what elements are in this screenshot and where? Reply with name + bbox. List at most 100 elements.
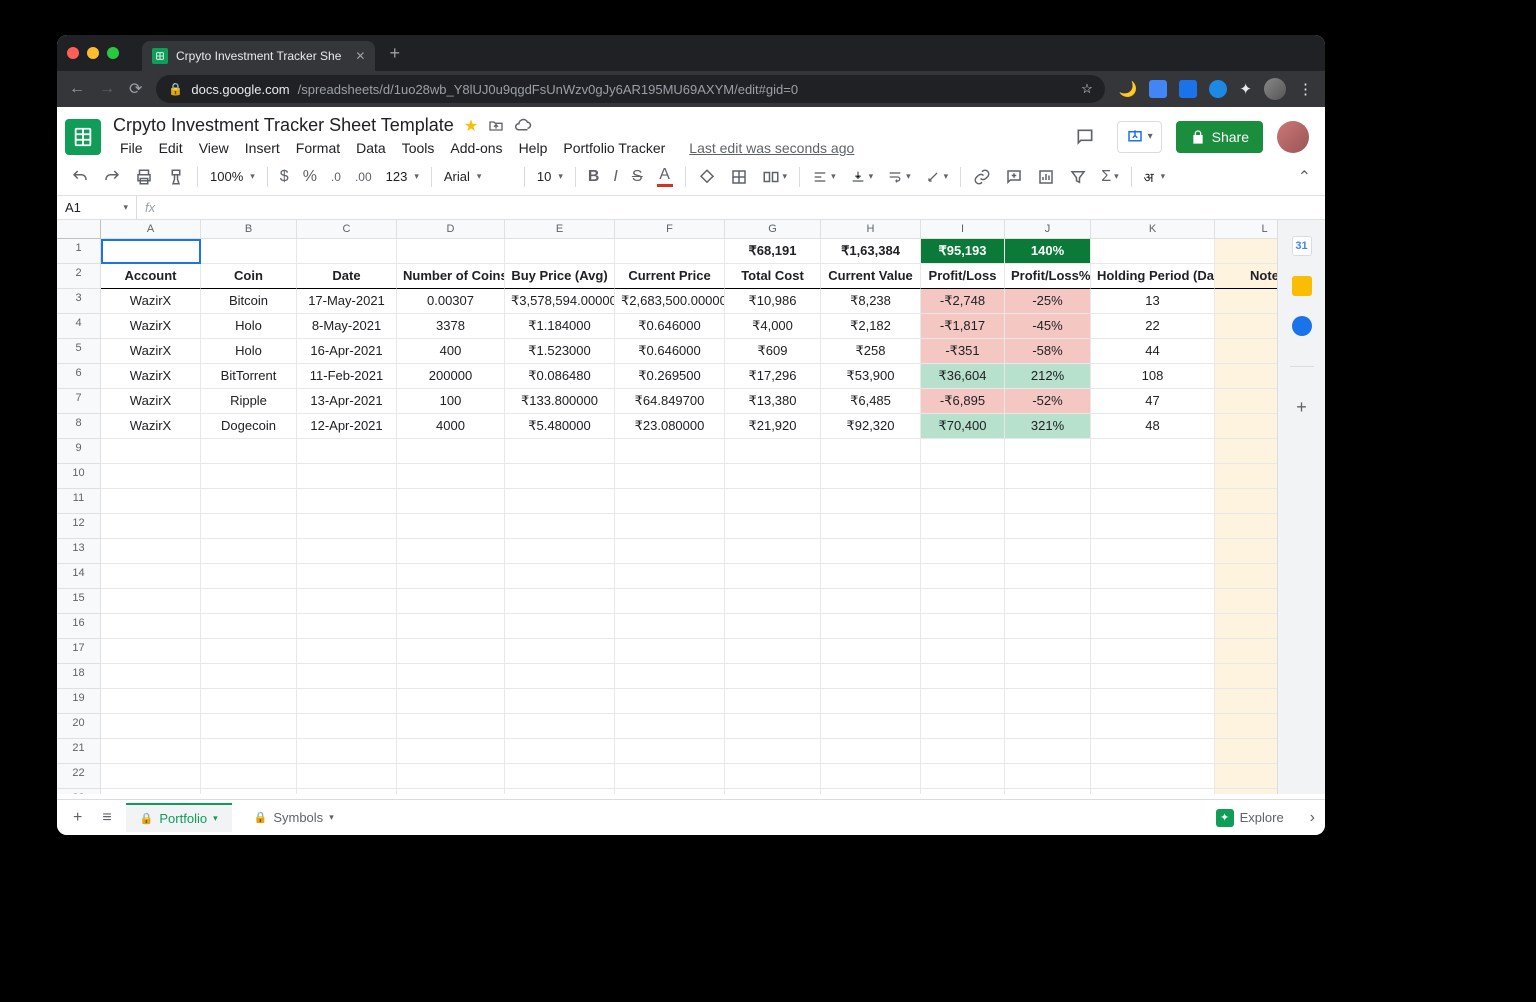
cell[interactable]: ₹6,485 — [821, 389, 921, 414]
cell[interactable] — [725, 439, 821, 464]
cell[interactable] — [1215, 514, 1277, 539]
cell[interactable]: 16-Apr-2021 — [297, 339, 397, 364]
cell[interactable] — [1215, 289, 1277, 314]
cell[interactable] — [1215, 639, 1277, 664]
url-input[interactable]: 🔒 docs.google.com/spreadsheets/d/1uo28wb… — [156, 75, 1104, 103]
cell[interactable] — [725, 639, 821, 664]
header-cell[interactable]: Holding Period (Days) — [1091, 264, 1215, 289]
cell[interactable] — [1005, 514, 1091, 539]
borders-button[interactable] — [724, 164, 754, 190]
cell[interactable]: 15 — [57, 589, 101, 614]
cell[interactable] — [615, 464, 725, 489]
cell[interactable] — [1215, 714, 1277, 739]
cell[interactable] — [101, 614, 201, 639]
cell[interactable] — [201, 489, 297, 514]
cell[interactable] — [821, 564, 921, 589]
cell[interactable]: ₹609 — [725, 339, 821, 364]
cell[interactable] — [1091, 564, 1215, 589]
cell[interactable]: ₹23.080000 — [615, 414, 725, 439]
cell[interactable]: ₹1,63,384 — [821, 239, 921, 264]
cell[interactable]: WazirX — [101, 289, 201, 314]
cell[interactable] — [921, 789, 1005, 794]
cell[interactable]: WazirX — [101, 389, 201, 414]
cell[interactable]: WazirX — [101, 364, 201, 389]
cell[interactable] — [505, 639, 615, 664]
header-cell[interactable]: Number of Coins — [397, 264, 505, 289]
document-title[interactable]: Crpyto Investment Tracker Sheet Template — [113, 115, 454, 136]
cell[interactable] — [101, 239, 201, 264]
cell[interactable]: 13-Apr-2021 — [297, 389, 397, 414]
cell[interactable]: 100 — [397, 389, 505, 414]
cell[interactable] — [101, 789, 201, 794]
cell[interactable]: ₹8,238 — [821, 289, 921, 314]
cell[interactable] — [1215, 564, 1277, 589]
menu-view[interactable]: View — [192, 138, 236, 158]
cell[interactable] — [1091, 664, 1215, 689]
cell[interactable] — [1091, 789, 1215, 794]
cell[interactable] — [921, 439, 1005, 464]
cell[interactable] — [821, 739, 921, 764]
cell[interactable] — [921, 539, 1005, 564]
browser-tab-active[interactable]: Crpyto Investment Tracker She ✕ — [142, 41, 375, 71]
cell[interactable] — [1005, 714, 1091, 739]
keep-icon[interactable] — [1292, 276, 1312, 296]
cell[interactable] — [1215, 239, 1277, 264]
cell[interactable] — [615, 564, 725, 589]
cloud-saved-icon[interactable] — [514, 117, 532, 135]
undo-button[interactable] — [65, 164, 95, 190]
cell[interactable] — [1215, 364, 1277, 389]
cell[interactable] — [297, 764, 397, 789]
functions-button[interactable]: Σ — [1095, 164, 1124, 190]
cell[interactable] — [1215, 539, 1277, 564]
cell[interactable] — [921, 564, 1005, 589]
column-header[interactable]: A — [101, 220, 201, 239]
cell[interactable] — [1091, 539, 1215, 564]
cell[interactable] — [1215, 614, 1277, 639]
cell[interactable]: 16 — [57, 614, 101, 639]
cell[interactable]: 44 — [1091, 339, 1215, 364]
menu-addons[interactable]: Add-ons — [443, 138, 509, 158]
cell[interactable]: -58% — [1005, 339, 1091, 364]
cell[interactable]: 11 — [57, 489, 101, 514]
close-window-button[interactable] — [67, 47, 79, 59]
back-button[interactable]: ← — [69, 80, 85, 98]
cell[interactable] — [505, 539, 615, 564]
cell[interactable]: 108 — [1091, 364, 1215, 389]
cell[interactable] — [397, 464, 505, 489]
cell[interactable] — [1005, 739, 1091, 764]
cell[interactable] — [297, 789, 397, 794]
extension-icon[interactable] — [1209, 80, 1227, 98]
maximize-window-button[interactable] — [107, 47, 119, 59]
cell[interactable] — [921, 514, 1005, 539]
cell[interactable] — [725, 614, 821, 639]
cell[interactable] — [1091, 614, 1215, 639]
cell[interactable]: ₹10,986 — [725, 289, 821, 314]
cell[interactable] — [101, 489, 201, 514]
cell[interactable]: 47 — [1091, 389, 1215, 414]
currency-button[interactable]: $ — [274, 164, 295, 190]
cell[interactable] — [615, 514, 725, 539]
cell[interactable] — [1091, 764, 1215, 789]
cell[interactable]: ₹70,400 — [921, 414, 1005, 439]
move-folder-icon[interactable] — [488, 118, 504, 134]
cell[interactable] — [1215, 689, 1277, 714]
cell[interactable] — [297, 689, 397, 714]
cell[interactable] — [921, 614, 1005, 639]
cell[interactable] — [297, 664, 397, 689]
decimal-decrease-button[interactable]: .0 — [325, 166, 347, 188]
cell[interactable] — [297, 614, 397, 639]
column-header[interactable]: G — [725, 220, 821, 239]
cell[interactable]: 11-Feb-2021 — [297, 364, 397, 389]
cell[interactable]: 3 — [57, 289, 101, 314]
cell[interactable]: ₹133.800000 — [505, 389, 615, 414]
cell[interactable]: 400 — [397, 339, 505, 364]
show-side-panel-icon[interactable]: + — [1296, 397, 1307, 418]
cell[interactable] — [615, 439, 725, 464]
cell[interactable] — [201, 664, 297, 689]
cell[interactable]: 3378 — [397, 314, 505, 339]
cell[interactable]: ₹5.480000 — [505, 414, 615, 439]
percent-button[interactable]: % — [297, 164, 323, 190]
cell[interactable] — [1215, 764, 1277, 789]
header-cell[interactable]: Note — [1215, 264, 1277, 289]
cell[interactable] — [101, 764, 201, 789]
